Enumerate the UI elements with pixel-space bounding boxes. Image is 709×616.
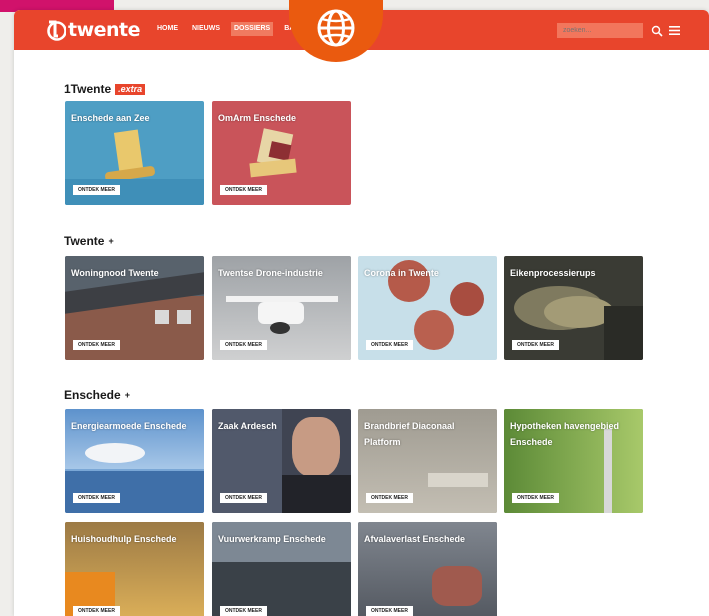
dossier-tile[interactable]: Enschede aan Zee ONTDEK MEER bbox=[65, 101, 204, 205]
tile-button[interactable]: ONTDEK MEER bbox=[73, 493, 120, 503]
search-input[interactable] bbox=[557, 23, 643, 38]
tile-title: OmArm Enschede bbox=[218, 113, 297, 123]
dossier-tile[interactable]: Woningnood Twente ONTDEK MEER bbox=[65, 256, 204, 360]
tile-title: Corona in Twente bbox=[364, 268, 439, 278]
logo-mark-icon bbox=[47, 20, 66, 41]
tile-title: Woningnood Twente bbox=[71, 268, 159, 278]
dossier-tile[interactable]: OmArm Enschede ONTDEK MEER bbox=[212, 101, 351, 205]
dossier-tile[interactable]: Corona in Twente ONTDEK MEER bbox=[358, 256, 497, 360]
dossier-tile[interactable]: Vuurwerkramp Enschede ONTDEK MEER bbox=[212, 522, 351, 616]
tile-button[interactable]: ONTDEK MEER bbox=[512, 493, 559, 503]
tile-button[interactable]: ONTDEK MEER bbox=[220, 340, 267, 350]
tile-title: Enschede aan Zee bbox=[71, 113, 150, 123]
tile-title: Eikenprocessierups bbox=[510, 268, 596, 278]
tile-title: Zaak Ardesch bbox=[218, 421, 277, 431]
menu-icon[interactable] bbox=[669, 26, 680, 35]
tile-button[interactable]: ONTDEK MEER bbox=[366, 606, 413, 616]
search-icon[interactable] bbox=[651, 25, 663, 37]
dossier-tile[interactable]: Twentse Drone-industrie ONTDEK MEER bbox=[212, 256, 351, 360]
plus-mark: + bbox=[108, 236, 114, 246]
section-heading-enschede: Enschede + bbox=[64, 388, 130, 402]
tile-button[interactable]: ONTDEK MEER bbox=[220, 493, 267, 503]
tile-title: Huishoudhulp Enschede bbox=[71, 534, 177, 544]
nav-item-home[interactable]: HOME bbox=[154, 22, 181, 36]
section-heading-twente: Twente + bbox=[64, 234, 114, 248]
site-logo[interactable]: twente bbox=[46, 18, 141, 42]
tile-button[interactable]: ONTDEK MEER bbox=[220, 606, 267, 616]
section-heading-1twente: 1Twente .extra bbox=[64, 82, 146, 96]
tile-title: Vuurwerkramp Enschede bbox=[218, 534, 326, 544]
tile-button[interactable]: ONTDEK MEER bbox=[512, 340, 559, 350]
dossier-tile[interactable]: Energiearmoede Enschede ONTDEK MEER bbox=[65, 409, 204, 513]
tile-title: Energiearmoede Enschede bbox=[71, 421, 187, 431]
tile-button[interactable]: ONTDEK MEER bbox=[73, 185, 120, 195]
plus-mark: + bbox=[124, 390, 130, 400]
extra-badge: .extra bbox=[115, 83, 146, 95]
nav-item-dossiers[interactable]: DOSSIERS bbox=[231, 22, 274, 36]
tile-title: Twentse Drone-industrie bbox=[218, 268, 323, 278]
section-title: Twente bbox=[64, 234, 105, 248]
section-title: 1Twente bbox=[64, 82, 112, 96]
main-nav: HOME NIEUWS DOSSIERS BA bbox=[154, 22, 297, 36]
dossier-tile[interactable]: Zaak Ardesch ONTDEK MEER bbox=[212, 409, 351, 513]
globe-icon bbox=[317, 9, 355, 47]
tile-button[interactable]: ONTDEK MEER bbox=[366, 493, 413, 503]
tile-title: Brandbrief Diaconaal Platform bbox=[364, 421, 455, 447]
tile-button[interactable]: ONTDEK MEER bbox=[366, 340, 413, 350]
section-title: Enschede bbox=[64, 388, 121, 402]
dossier-tile[interactable]: Afvalaverlast Enschede ONTDEK MEER bbox=[358, 522, 497, 616]
dossier-tile[interactable]: Huishoudhulp Enschede ONTDEK MEER bbox=[65, 522, 204, 616]
dossier-tile[interactable]: Eikenprocessierups ONTDEK MEER bbox=[504, 256, 643, 360]
nav-item-nieuws[interactable]: NIEUWS bbox=[189, 22, 223, 36]
tile-title: Hypotheken havengebied Enschede bbox=[510, 421, 620, 447]
website-screenshot-frame: twente HOME NIEUWS DOSSIERS BA 1Twente .… bbox=[14, 10, 709, 616]
dossier-tile[interactable]: Hypotheken havengebied Enschede ONTDEK M… bbox=[504, 409, 643, 513]
tile-button[interactable]: ONTDEK MEER bbox=[73, 340, 120, 350]
tile-button[interactable]: ONTDEK MEER bbox=[220, 185, 267, 195]
dossier-tile[interactable]: Brandbrief Diaconaal Platform ONTDEK MEE… bbox=[358, 409, 497, 513]
tile-button[interactable]: ONTDEK MEER bbox=[73, 606, 120, 616]
logo-text: twente bbox=[68, 19, 141, 41]
tile-title: Afvalaverlast Enschede bbox=[364, 534, 466, 544]
